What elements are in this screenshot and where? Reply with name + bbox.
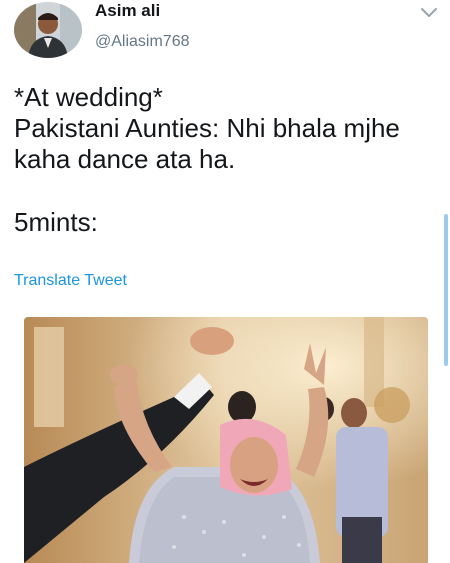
tweet-text: *At wedding* Pakistani Aunties: Nhi bhal… bbox=[14, 82, 434, 238]
tweet-line: 5mints: bbox=[14, 207, 98, 237]
translate-tweet-link[interactable]: Translate Tweet bbox=[14, 272, 127, 290]
display-name[interactable]: Asim ali bbox=[95, 1, 160, 21]
tweet-line: Pakistani Aunties: Nhi bhala mjhe bbox=[14, 113, 400, 143]
scrollbar[interactable] bbox=[444, 214, 448, 366]
tweet-media-image[interactable] bbox=[24, 317, 428, 563]
tweet-line: kaha dance ata ha. bbox=[14, 144, 236, 174]
avatar[interactable] bbox=[14, 2, 82, 58]
chevron-down-icon[interactable] bbox=[418, 4, 440, 20]
tweet-card: Asim ali @Aliasim768 *At wedding* Pakist… bbox=[0, 0, 450, 563]
tweet-line: *At wedding* bbox=[14, 82, 163, 112]
user-handle[interactable]: @Aliasim768 bbox=[95, 33, 190, 51]
